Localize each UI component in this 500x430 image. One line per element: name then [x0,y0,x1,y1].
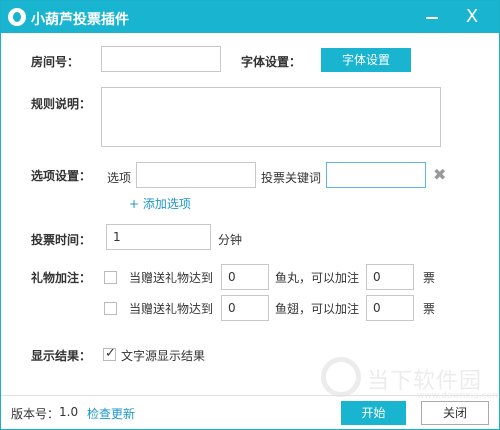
options-label: 选项设置： [31,169,92,183]
gift-row-2-count-input[interactable] [221,295,269,321]
gift-row-2-prefix: 当赠送礼物达到 [129,302,214,316]
plugin-window: 小葫芦投票插件 X 房间号： 字体设置： 字体设置 规则说明： 选项设置： 选项… [0,0,500,430]
gift-row-1-suffix: 票 [423,271,436,285]
option-input[interactable] [136,162,256,188]
start-button[interactable]: 开始 [341,401,406,425]
display-result-checkbox[interactable] [103,346,116,361]
time-input[interactable] [106,224,211,250]
close-button[interactable]: 关闭 [421,401,489,425]
gift-row-1-checkbox[interactable] [104,271,117,284]
display-result-label: 文字源显示结果 [121,349,206,363]
gift-row-2-suffix: 票 [423,302,436,316]
room-label: 房间号： [31,55,80,69]
remove-option-icon[interactable]: ✖ [433,165,446,184]
gift-row-1-middle: 鱼丸，可以加注 [275,271,360,285]
gift-label: 礼物加注： [31,271,92,285]
version-number: 1.0 [59,405,79,419]
watermark-url: www.downxia.com [417,391,500,401]
gift-row-2-middle: 鱼翅，可以加注 [275,302,360,316]
minimize-icon [426,17,438,19]
version-label: 版本号： [11,407,60,421]
window-title: 小葫芦投票插件 [31,12,129,28]
keyword-input[interactable] [326,162,426,188]
watermark-logo-icon [321,357,361,397]
font-settings-button[interactable]: 字体设置 [321,48,411,72]
font-label: 字体设置： [241,55,302,69]
gift-row-1-prefix: 当赠送礼物达到 [129,271,214,285]
rules-label: 规则说明： [31,97,92,111]
gift-row-2-checkbox[interactable] [104,302,117,315]
check-update-link[interactable]: 检查更新 [87,405,135,422]
close-window-button[interactable]: X [457,1,487,33]
gourd-logo-icon [8,8,26,26]
gift-row-1-count-input[interactable] [221,264,269,290]
title-bar[interactable]: 小葫芦投票插件 X [1,1,499,33]
add-option-link[interactable]: + 添加选项 [129,195,191,212]
footer-divider [1,395,499,396]
room-input[interactable] [101,46,221,72]
minimize-button[interactable] [417,1,447,33]
gift-row-2-bonus-input[interactable] [366,295,414,321]
gift-row-1-bonus-input[interactable] [366,264,414,290]
display-label: 显示结果： [31,349,92,363]
keyword-label: 投票关键词 [261,171,322,185]
rules-textarea[interactable] [101,87,441,147]
time-unit: 分钟 [218,233,243,247]
watermark-text: 当下软件园 [367,369,483,394]
option-label: 选项 [107,171,132,185]
time-label: 投票时间： [31,233,92,247]
